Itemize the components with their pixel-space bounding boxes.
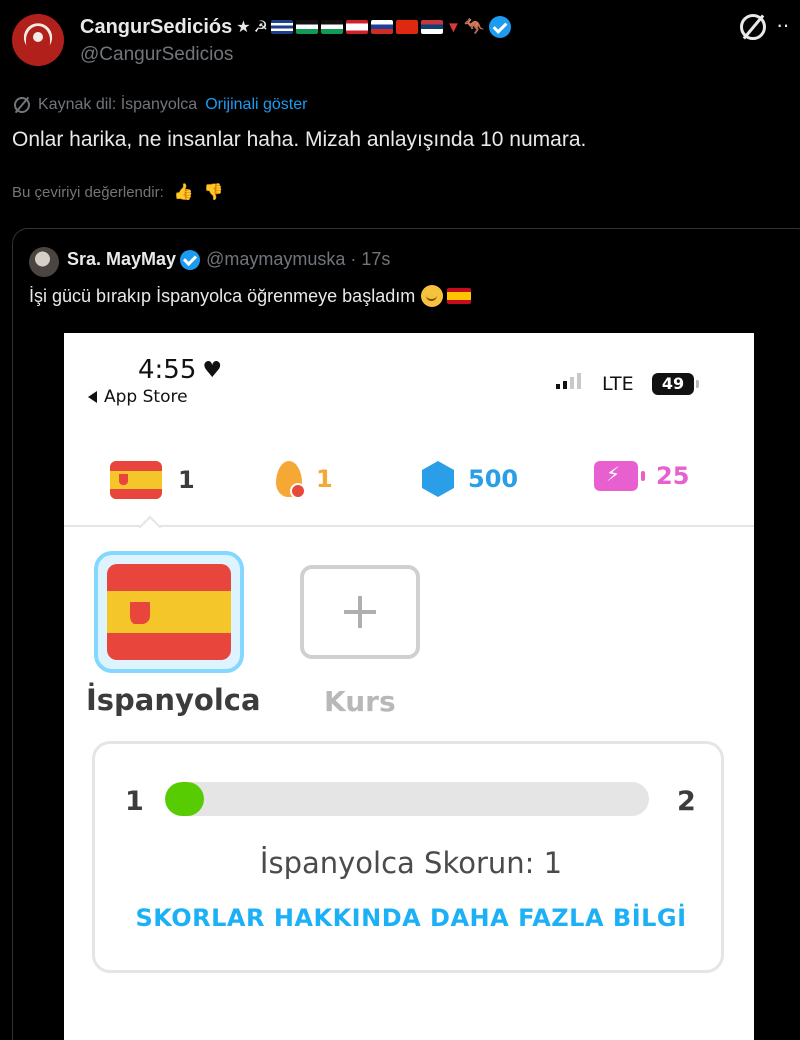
show-original-link[interactable]: Orijinali göster — [205, 96, 307, 114]
serbia-flag-icon — [420, 20, 443, 34]
status-time: 4:55 — [138, 355, 197, 385]
hammer-sickle-icon: ☭ — [253, 19, 268, 36]
current-level: 1 — [125, 786, 144, 817]
translation-notice: Kaynak dil: İspanyolca Orijinali göster — [14, 96, 307, 114]
spain-flag-icon — [107, 564, 231, 660]
avatar-emblem-icon — [26, 26, 50, 54]
score-progress-fill — [165, 782, 204, 816]
back-arrow-icon — [88, 391, 97, 403]
lebanon-flag-icon — [345, 20, 368, 34]
streak-flame-icon — [276, 461, 306, 499]
quoted-tweet-text-row: İşi gücü bırakıp İspanyolca öğrenmeye ba… — [29, 285, 472, 307]
rate-translation-label: Bu çeviriyi değerlendir: — [12, 183, 164, 201]
score-card: 1 2 İspanyolca Skorun: 1 SKORLAR HAKKIND… — [92, 741, 724, 973]
energy-icon — [594, 461, 645, 491]
streak-count: 1 — [316, 465, 333, 493]
score-text: İspanyolca Skorun: 1 — [259, 846, 563, 880]
quoted-tweet-text: İşi gücü bırakıp İspanyolca öğrenmeye ba… — [29, 285, 416, 306]
grok-icon[interactable] — [740, 14, 766, 40]
next-level: 2 — [677, 786, 696, 817]
palestine-flag-icon — [295, 20, 318, 34]
score-progress-bar — [165, 782, 649, 816]
translate-icon — [14, 97, 30, 113]
battery-icon: 49 — [652, 373, 699, 395]
author-display-name[interactable]: CangurSediciós — [80, 16, 232, 39]
courses-stat: 1 — [110, 461, 195, 499]
verified-badge-icon — [488, 16, 511, 38]
thumbs-up-icon[interactable]: 👍 — [174, 182, 194, 202]
course-spanish-label: İspanyolca — [86, 683, 261, 717]
gems-count: 500 — [468, 465, 519, 493]
source-language-label: Kaynak dil: İspanyolca — [38, 96, 198, 113]
name-emoji-strip: ★ ☭ ▼ 🦘 — [236, 17, 485, 37]
network-type: LTE — [602, 373, 634, 395]
spain-flag-icon — [110, 461, 162, 499]
signal-icon — [556, 373, 581, 389]
gems-stat: 500 — [422, 461, 518, 497]
cuba-flag-icon — [270, 20, 293, 34]
gem-icon — [422, 461, 454, 497]
streak-stat: 1 — [276, 461, 333, 499]
author-avatar[interactable] — [12, 14, 64, 66]
heart-icon: ♥ — [202, 357, 223, 383]
author-handle[interactable]: @CangurSedicios — [80, 44, 233, 66]
energy-stat: 25 — [594, 461, 689, 491]
stats-bar: 1 1 500 25 — [64, 455, 754, 527]
courses-count: 1 — [178, 466, 195, 494]
add-course-button[interactable] — [300, 565, 420, 659]
red-triangle-icon: ▼ — [445, 18, 461, 36]
russia-flag-icon — [370, 20, 393, 34]
tweet-text: Onlar harika, ne insanlar haha. Mizah an… — [12, 128, 587, 151]
spain-flag-icon — [447, 288, 472, 304]
embedded-app-screenshot[interactable]: 4:55 ♥ App Store LTE 49 1 1 500 ⚡ 25 İsp… — [64, 333, 754, 1040]
kangaroo-icon: 🦘 — [463, 17, 485, 36]
back-to-app-store: App Store — [88, 387, 188, 407]
quoted-author-row: Sra. MayMay @maymaymuska · 17s — [67, 249, 390, 270]
score-info-link[interactable]: SKORLAR HAKKINDA DAHA FAZLA BİLGİ — [95, 904, 727, 932]
back-app-label: App Store — [104, 387, 188, 407]
course-spanish-card[interactable] — [94, 551, 244, 673]
star-icon: ★ — [236, 19, 251, 36]
more-options-icon[interactable]: ·· — [776, 12, 790, 38]
sahrawi-flag-icon — [320, 20, 343, 34]
verified-badge-icon — [180, 249, 201, 270]
quoted-author-handle: @maymaymuska · 17s — [206, 249, 391, 269]
quoted-author-name[interactable]: Sra. MayMay — [67, 249, 176, 270]
tweet: CangurSediciós ★ ☭ ▼ 🦘 @CangurSedicios ·… — [0, 0, 800, 1040]
china-flag-icon — [395, 20, 418, 34]
status-time-row: 4:55 ♥ — [138, 355, 222, 385]
add-course-label: Kurs — [324, 685, 396, 718]
author-name-row: CangurSediciós ★ ☭ ▼ 🦘 — [80, 14, 511, 40]
smiling-face-icon — [421, 285, 444, 307]
energy-count: 25 — [656, 462, 690, 490]
quoted-author-avatar[interactable] — [29, 247, 59, 277]
rate-translation-row: Bu çeviriyi değerlendir: 👍 👎 — [12, 182, 224, 202]
thumbs-down-icon[interactable]: 👎 — [204, 182, 224, 202]
